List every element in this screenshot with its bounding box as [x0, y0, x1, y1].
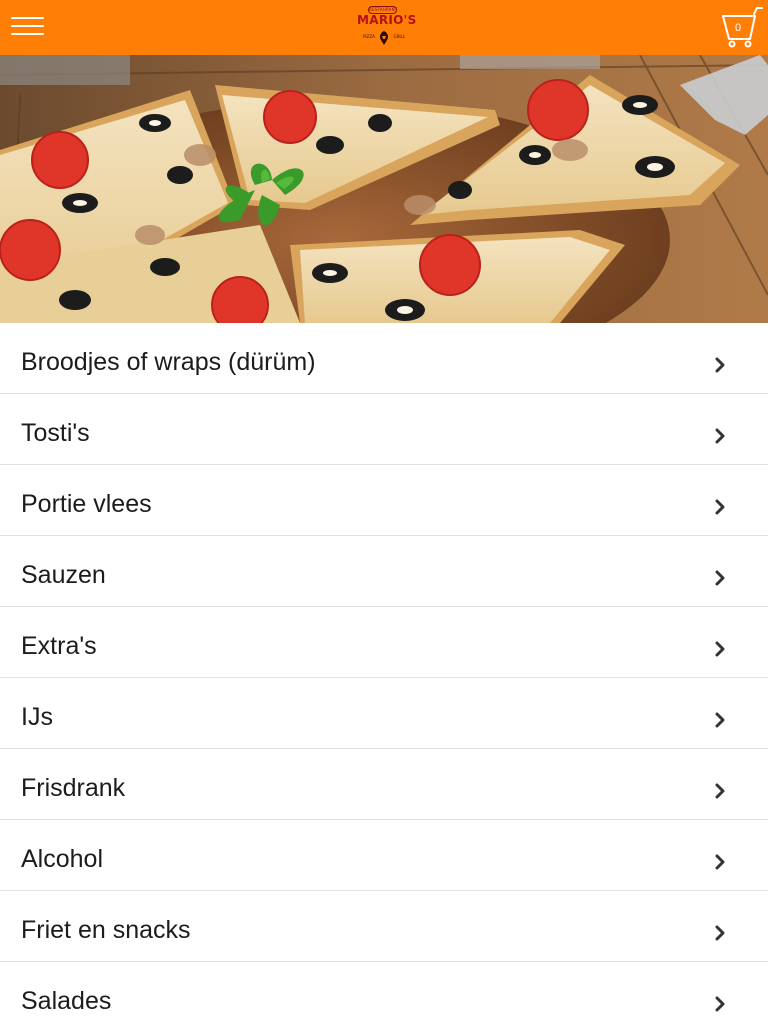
- category-item-tostis[interactable]: Tosti's: [0, 394, 768, 465]
- cart-count: 0: [734, 22, 742, 34]
- category-item-ijs[interactable]: IJs: [0, 678, 768, 749]
- category-item-friet-en-snacks[interactable]: Friet en snacks: [0, 891, 768, 962]
- logo-name: MARIO'S: [357, 13, 417, 27]
- category-item-alcohol[interactable]: Alcohol: [0, 820, 768, 891]
- category-item-broodjes-of-wraps[interactable]: Broodjes of wraps (dürüm): [0, 323, 768, 394]
- category-item-portie-vlees[interactable]: Portie vlees: [0, 465, 768, 536]
- category-label: Friet en snacks: [21, 916, 191, 944]
- category-item-sauzen[interactable]: Sauzen: [0, 536, 768, 607]
- category-item-extras[interactable]: Extra's: [0, 607, 768, 678]
- category-label: Sauzen: [21, 561, 106, 589]
- top-bar: RESTAURANT MARIO'S PIZZA GRILL 0: [0, 0, 768, 55]
- hamburger-line: [11, 17, 44, 19]
- chevron-right-icon: [715, 925, 725, 941]
- pizza-image: [0, 55, 768, 323]
- category-label: Frisdrank: [21, 774, 126, 802]
- chevron-right-icon: [715, 783, 725, 799]
- category-label: Portie vlees: [21, 490, 152, 518]
- hamburger-menu-icon[interactable]: [11, 16, 45, 38]
- logo-right-word: GRILL: [393, 34, 405, 39]
- category-list: Broodjes of wraps (dürüm) Tosti's Portie…: [0, 323, 768, 1024]
- hamburger-line: [11, 25, 44, 27]
- brand-logo[interactable]: RESTAURANT MARIO'S PIZZA GRILL: [357, 4, 417, 50]
- logo-left-word: PIZZA: [363, 34, 375, 39]
- cart-button[interactable]: 0: [721, 6, 765, 50]
- hero-image: [0, 55, 768, 323]
- category-label: Extra's: [21, 632, 97, 660]
- category-label: Alcohol: [21, 845, 103, 873]
- logo-emblem-icon: [380, 31, 388, 45]
- category-item-frisdrank[interactable]: Frisdrank: [0, 749, 768, 820]
- category-item-salades[interactable]: Salades: [0, 962, 768, 1024]
- chevron-right-icon: [715, 357, 725, 373]
- hamburger-line: [11, 33, 44, 35]
- category-label: Broodjes of wraps (dürüm): [21, 348, 316, 376]
- chevron-right-icon: [715, 499, 725, 515]
- category-label: Tosti's: [21, 419, 90, 447]
- category-label: IJs: [21, 703, 53, 731]
- chevron-right-icon: [715, 712, 725, 728]
- chevron-right-icon: [715, 428, 725, 444]
- chevron-right-icon: [715, 570, 725, 586]
- category-label: Salades: [21, 987, 112, 1015]
- chevron-right-icon: [715, 641, 725, 657]
- chevron-right-icon: [715, 996, 725, 1012]
- chevron-right-icon: [715, 854, 725, 870]
